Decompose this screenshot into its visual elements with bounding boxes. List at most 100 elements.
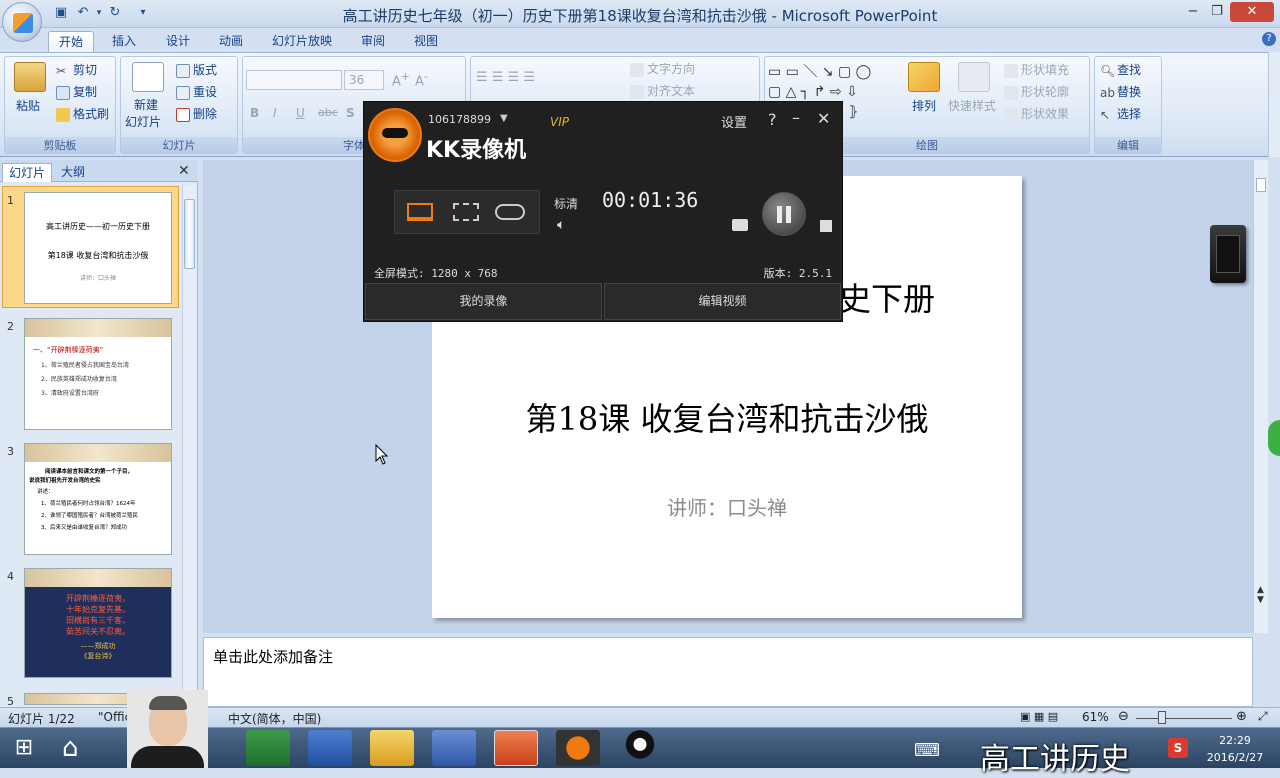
fit-window-icon[interactable]: ⤢: [1258, 709, 1268, 724]
kk-recorder-taskbar-icon[interactable]: [556, 730, 600, 766]
panel-scroll-thumb[interactable]: [184, 199, 195, 269]
prev-next-slide-icon[interactable]: ▲ ▼: [1257, 585, 1264, 605]
copy-button[interactable]: 复制: [56, 83, 97, 100]
tab-design[interactable]: 设计: [156, 31, 200, 52]
bullets-icon[interactable]: ☰ ☰ ☰ ☰: [476, 70, 535, 85]
start-windows-icon[interactable]: ⊞: [10, 735, 38, 761]
zoom-slider-thumb[interactable]: [1158, 711, 1166, 724]
shape-fill-button[interactable]: 形状填充: [1004, 61, 1069, 78]
zoom-in-icon[interactable]: ⊕: [1236, 709, 1247, 724]
slide-title-line2[interactable]: 第18课 收复台湾和抗击沙俄: [432, 394, 1022, 440]
new-slide-label[interactable]: 幻灯片: [125, 113, 161, 130]
restore-button[interactable]: ❐: [1206, 2, 1228, 22]
tab-outline[interactable]: 大纲: [55, 163, 91, 182]
new-slide-button[interactable]: 新建: [134, 96, 158, 113]
underline-button[interactable]: U: [296, 106, 305, 120]
slide-thumbnail-1[interactable]: 高工讲历史——初一历史下册 第18课 收复台湾和抗击沙俄 讲师：口头禅: [24, 192, 172, 304]
notes-placeholder[interactable]: 单击此处添加备注: [213, 646, 333, 667]
tab-slideshow[interactable]: 幻灯片放映: [262, 31, 342, 52]
arrange-icon[interactable]: [908, 62, 940, 92]
view-buttons[interactable]: ▣ ▦ ▤: [1020, 710, 1058, 723]
zoom-out-icon[interactable]: ⊖: [1118, 709, 1129, 724]
new-slide-icon[interactable]: [132, 62, 164, 92]
app-icon[interactable]: [432, 730, 476, 766]
paste-icon[interactable]: [14, 62, 46, 92]
zoom-level[interactable]: 61%: [1082, 710, 1109, 724]
italic-button[interactable]: I: [273, 106, 277, 120]
arrange-button[interactable]: 排列: [912, 97, 936, 114]
quick-styles-button[interactable]: 快速样式: [948, 97, 996, 114]
vertical-scroll-thumb[interactable]: [1256, 178, 1266, 192]
kk-screenshot-icon[interactable]: [732, 219, 748, 231]
quick-styles-icon[interactable]: [958, 62, 990, 92]
strikethrough-button[interactable]: abc: [318, 106, 338, 119]
kk-minimize-button[interactable]: –: [792, 108, 800, 127]
cut-button[interactable]: ✂ 剪切: [56, 61, 97, 78]
slide-subtitle[interactable]: 讲师：口头禅: [432, 492, 1022, 521]
font-name-select[interactable]: [246, 70, 342, 90]
fullscreen-mode-icon[interactable]: [407, 203, 433, 221]
delete-slide-button[interactable]: 删除: [176, 105, 217, 122]
zoom-slider[interactable]: [1136, 718, 1232, 719]
tab-review[interactable]: 审阅: [351, 31, 395, 52]
notes-pane[interactable]: 单击此处添加备注: [203, 637, 1253, 707]
powerpoint-icon[interactable]: [494, 730, 538, 766]
kk-account-dropdown-icon[interactable]: ▼: [500, 113, 508, 124]
tab-home[interactable]: 开始: [48, 31, 95, 52]
shape-effects-button[interactable]: 形状效果: [1004, 105, 1069, 122]
qq-icon[interactable]: [618, 730, 662, 766]
redo-icon[interactable]: ↻: [106, 4, 124, 22]
slide-thumbnail-2[interactable]: 一、“开辟荆榛逐荷夷” 1、荷兰殖民者侵占我国宝岛台湾 2、民族英雄郑成功收复台…: [24, 318, 172, 430]
layout-button[interactable]: 版式: [176, 61, 217, 78]
tab-animations[interactable]: 动画: [209, 31, 253, 52]
kk-close-button[interactable]: ✕: [817, 109, 830, 128]
outlook-icon[interactable]: [370, 730, 414, 766]
shape-outline-button[interactable]: 形状轮廓: [1004, 83, 1069, 100]
kk-settings-button[interactable]: 设置: [721, 112, 747, 131]
shrink-font-icon[interactable]: A-: [415, 70, 428, 89]
sogou-ime-icon[interactable]: S: [1168, 738, 1188, 758]
game-mode-icon[interactable]: [495, 204, 525, 220]
close-panel-icon[interactable]: ✕: [178, 163, 190, 179]
region-mode-icon[interactable]: [453, 203, 479, 221]
slide-thumbnail-4[interactable]: 开辟荆榛逐荷夷， 十年始克复先基。 田横尚有三千客， 茹苦间关不忍离。 ——郑成…: [24, 568, 172, 678]
grow-font-icon[interactable]: A+: [392, 70, 410, 89]
format-painter-button[interactable]: 格式刷: [56, 105, 109, 122]
shadow-button[interactable]: S: [346, 106, 355, 120]
save-icon[interactable]: ▣: [52, 4, 70, 22]
kk-volume-icon[interactable]: 🔈︎: [557, 217, 565, 233]
replace-button[interactable]: ab 替换: [1100, 83, 1141, 100]
panel-scrollbar[interactable]: [182, 185, 196, 705]
slide-thumbnail-3[interactable]: 阅读课本前言和课文的第一个子目， 说说我们祖先开发台湾的史实 讲述： 1、荷兰殖…: [24, 443, 172, 555]
font-size-select[interactable]: 36: [344, 70, 384, 90]
tab-insert[interactable]: 插入: [102, 31, 146, 52]
align-text-button[interactable]: 对齐文本: [630, 82, 695, 99]
reset-button[interactable]: 重设: [176, 83, 217, 100]
phone-widget-icon[interactable]: [1210, 225, 1246, 283]
slide-vertical-scrollbar[interactable]: ▲ ▼: [1253, 160, 1268, 633]
ribbon-scrollbar[interactable]: [1268, 52, 1280, 157]
text-direction-button[interactable]: 文字方向: [630, 60, 695, 77]
bold-button[interactable]: B: [250, 106, 259, 120]
paste-button[interactable]: 粘贴: [16, 97, 40, 114]
kk-pause-button[interactable]: [762, 192, 806, 236]
kk-stop-button[interactable]: [820, 220, 832, 232]
language-status[interactable]: 中文(简体，中国): [228, 710, 321, 727]
kk-quality[interactable]: 标清: [554, 195, 578, 212]
kk-help-button[interactable]: ?: [768, 110, 777, 129]
help-icon[interactable]: ?: [1262, 32, 1276, 46]
excel-icon[interactable]: [246, 730, 290, 766]
select-button[interactable]: ↖ 选择: [1100, 105, 1141, 122]
customize-qat-icon[interactable]: ▾: [134, 4, 152, 22]
tab-view[interactable]: 视图: [404, 31, 448, 52]
kk-edit-video-button[interactable]: 编辑视频: [604, 283, 841, 320]
side-floating-widget[interactable]: [1268, 420, 1280, 456]
find-button[interactable]: 🔍︎ 查找: [1100, 61, 1141, 78]
kk-account[interactable]: 106178899: [428, 113, 491, 126]
minimize-button[interactable]: −: [1182, 2, 1204, 22]
home-icon[interactable]: ⌂: [62, 733, 79, 763]
word-icon[interactable]: [308, 730, 352, 766]
system-clock[interactable]: 22:29 2016/2/27: [1200, 732, 1270, 766]
kk-my-recordings-button[interactable]: 我的录像: [365, 283, 602, 320]
close-button[interactable]: ✕: [1230, 2, 1274, 22]
